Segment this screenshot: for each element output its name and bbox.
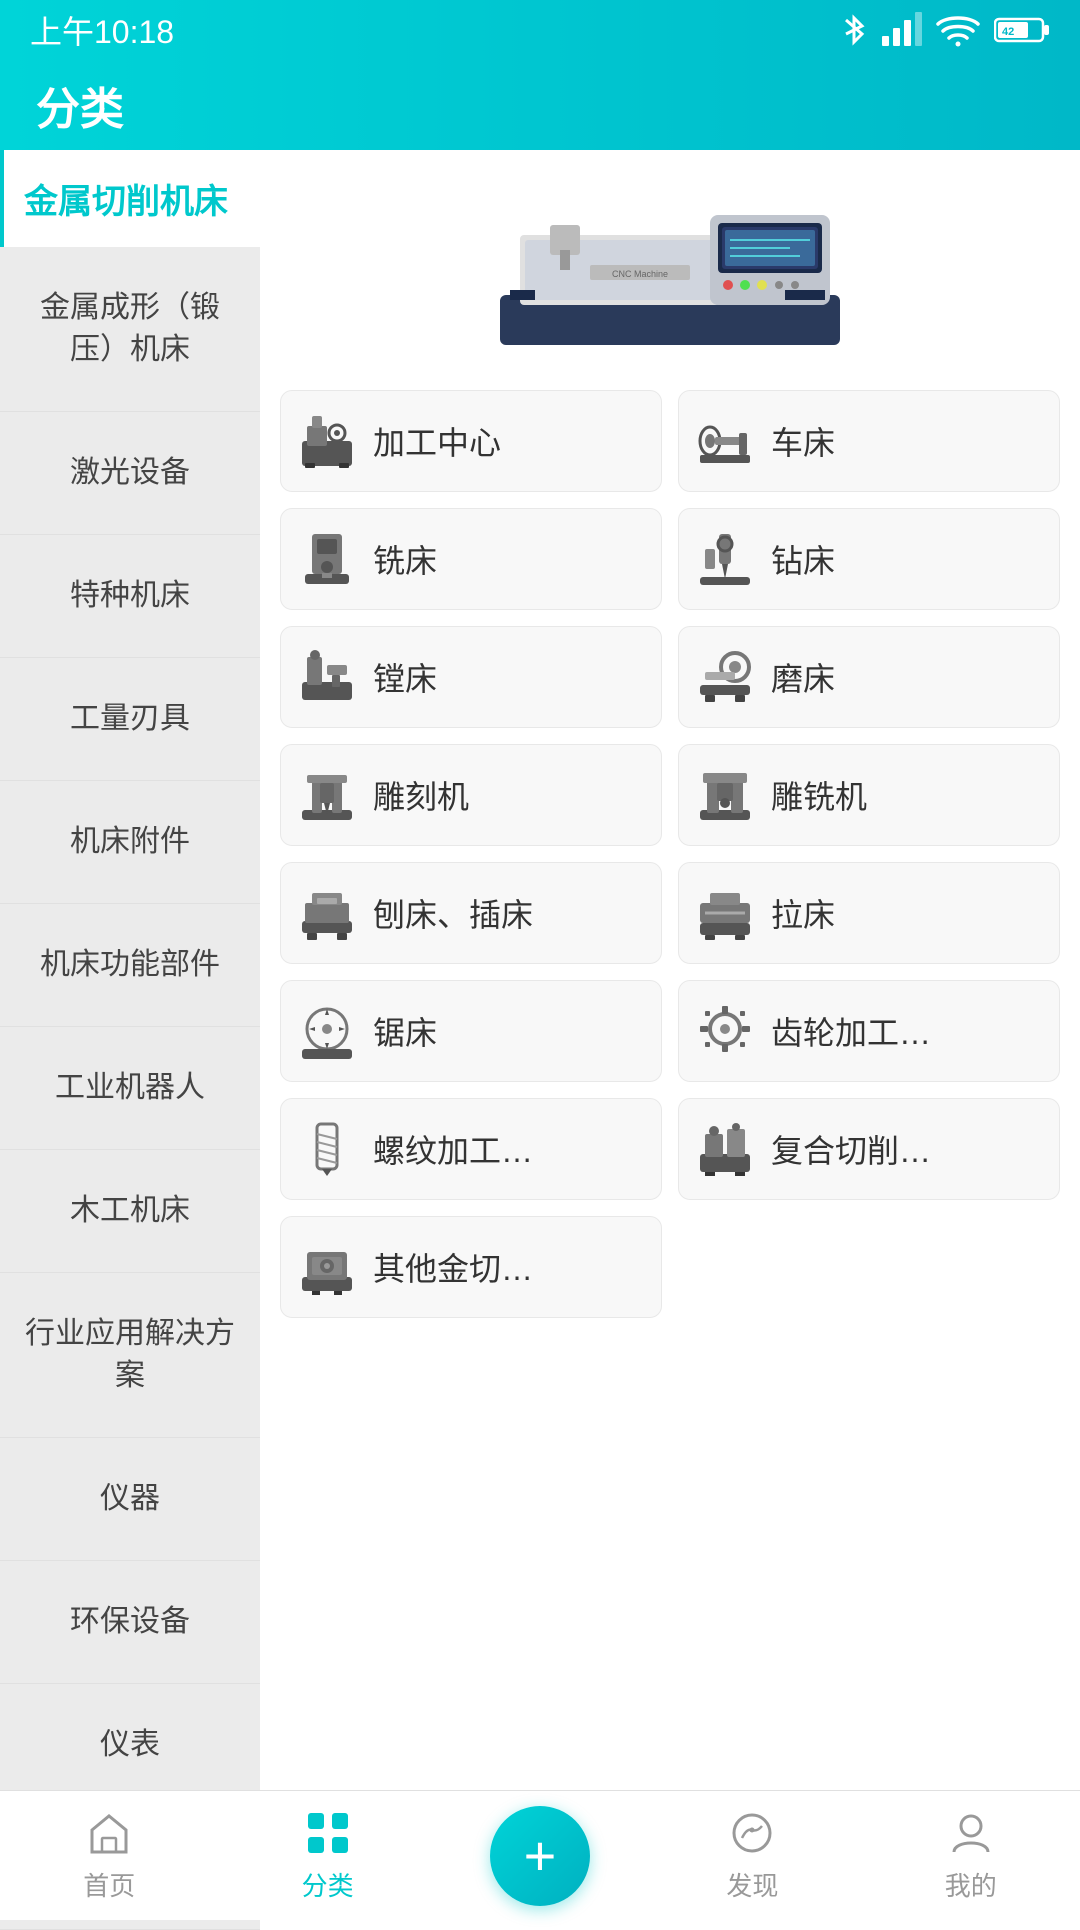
nav-discover[interactable]: 发现 <box>696 1798 808 1913</box>
category-card-qtjq[interactable]: 其他金切… <box>280 1216 662 1318</box>
nav-category-label: 分类 <box>302 1866 354 1903</box>
sawing-icon <box>297 1001 357 1061</box>
category-label-clgj: 齿轮加工… <box>771 1008 931 1054</box>
category-label-lwjg: 螺纹加工… <box>373 1126 533 1172</box>
user-icon <box>946 1808 996 1858</box>
status-time: 上午10:18 <box>30 7 174 53</box>
sidebar-item-functional[interactable]: 机床功能部件 <box>0 904 260 1027</box>
sidebar-item-enviro[interactable]: 环保设备 <box>0 1561 260 1684</box>
sidebar-item-laser[interactable]: 激光设备 <box>0 412 260 535</box>
category-card-zc[interactable]: 钻床 <box>678 508 1060 610</box>
milling-icon <box>297 529 357 589</box>
sidebar-item-active[interactable]: 金属切削机床 <box>0 150 260 247</box>
svg-text:CNC Machine: CNC Machine <box>612 269 668 279</box>
category-card-fhqx[interactable]: 复合切削… <box>678 1098 1060 1200</box>
home-icon <box>84 1808 134 1858</box>
category-label-xc: 铣床 <box>373 536 437 582</box>
main-content: 金属切削机床 金属成形（锻压）机床 激光设备 特种机床 工量刃具 机床附件 机床… <box>0 150 1080 1930</box>
bluetooth-icon <box>840 12 868 48</box>
broaching-icon <box>695 883 755 943</box>
sidebar-item-woodwork[interactable]: 木工机床 <box>0 1150 260 1273</box>
discover-icon <box>727 1808 777 1858</box>
page-title: 分类 <box>36 73 124 137</box>
category-label-juc: 锯床 <box>373 1008 437 1054</box>
category-card-mc[interactable]: 磨床 <box>678 626 1060 728</box>
compound-cutting-icon <box>695 1119 755 1179</box>
featured-machine: CNC Machine <box>280 170 1060 370</box>
sidebar-item-forging[interactable]: 金属成形（锻压）机床 <box>0 247 260 412</box>
status-bar: 上午10:18 42 <box>0 0 1080 60</box>
sidebar: 金属切削机床 金属成形（锻压）机床 激光设备 特种机床 工量刃具 机床附件 机床… <box>0 150 260 1930</box>
sidebar-item-meter[interactable]: 仪表 <box>0 1684 260 1807</box>
category-card-xc[interactable]: 铣床 <box>280 508 662 610</box>
category-card-juc[interactable]: 锯床 <box>280 980 662 1082</box>
category-card-cc[interactable]: 车床 <box>678 390 1060 492</box>
svg-text:42: 42 <box>1002 26 1014 38</box>
category-card-lc[interactable]: 拉床 <box>678 862 1060 964</box>
nav-home[interactable]: 首页 <box>53 1798 165 1913</box>
add-icon: + <box>524 1828 557 1884</box>
nav-discover-label: 发现 <box>726 1866 778 1903</box>
other-metal-icon <box>297 1237 357 1297</box>
nav-home-label: 首页 <box>83 1866 135 1903</box>
category-label-bcc: 刨床、插床 <box>373 890 533 936</box>
category-card-clgj[interactable]: 齿轮加工… <box>678 980 1060 1082</box>
planer-icon <box>297 883 357 943</box>
boring-icon <box>297 647 357 707</box>
category-card-bcc[interactable]: 刨床、插床 <box>280 862 662 964</box>
category-card-dxj[interactable]: 雕铣机 <box>678 744 1060 846</box>
nav-category[interactable]: 分类 <box>272 1798 384 1913</box>
category-label-qtjq: 其他金切… <box>373 1244 533 1290</box>
nav-add-button[interactable]: + <box>490 1806 590 1906</box>
category-icon <box>303 1808 353 1858</box>
drilling-icon <box>695 529 755 589</box>
category-label-tc: 镗床 <box>373 654 437 700</box>
right-content: CNC Machine 加工中心 <box>260 150 1080 1930</box>
sidebar-item-industry[interactable]: 行业应用解决方案 <box>0 1273 260 1438</box>
lathe-icon <box>695 411 755 471</box>
category-label-jgzx: 加工中心 <box>373 418 501 464</box>
category-label-dxj: 雕铣机 <box>771 772 867 818</box>
sidebar-item-robot[interactable]: 工业机器人 <box>0 1027 260 1150</box>
gear-processing-icon <box>695 1001 755 1061</box>
battery-icon: 42 <box>994 15 1050 45</box>
nav-mine[interactable]: 我的 <box>915 1798 1027 1913</box>
machining-center-icon <box>297 411 357 471</box>
bottom-nav: 首页 分类 + 发现 我的 <box>0 1790 1080 1920</box>
category-label-cc: 车床 <box>771 418 835 464</box>
category-label-fhqx: 复合切削… <box>771 1126 931 1172</box>
category-label-lc: 拉床 <box>771 890 835 936</box>
nav-mine-label: 我的 <box>945 1866 997 1903</box>
signal-icon <box>882 12 922 48</box>
sidebar-item-accessories[interactable]: 机床附件 <box>0 781 260 904</box>
top-bar: 分类 <box>0 60 1080 150</box>
engraving-icon <box>297 765 357 825</box>
category-card-djj[interactable]: 雕刻机 <box>280 744 662 846</box>
category-card-tc[interactable]: 镗床 <box>280 626 662 728</box>
sidebar-item-instrument[interactable]: 仪器 <box>0 1438 260 1561</box>
engraving-milling-icon <box>695 765 755 825</box>
category-card-jgzx[interactable]: 加工中心 <box>280 390 662 492</box>
category-label-zc: 钻床 <box>771 536 835 582</box>
category-label-mc: 磨床 <box>771 654 835 700</box>
thread-icon <box>297 1119 357 1179</box>
category-grid: 加工中心 车床 <box>280 390 1060 1318</box>
category-label-djj: 雕刻机 <box>373 772 469 818</box>
wifi-icon <box>936 12 980 48</box>
status-icons: 42 <box>840 12 1050 48</box>
sidebar-item-tools[interactable]: 工量刃具 <box>0 658 260 781</box>
cnc-machine-image: CNC Machine <box>490 185 850 355</box>
sidebar-item-special[interactable]: 特种机床 <box>0 535 260 658</box>
category-card-lwjg[interactable]: 螺纹加工… <box>280 1098 662 1200</box>
grinding-icon <box>695 647 755 707</box>
